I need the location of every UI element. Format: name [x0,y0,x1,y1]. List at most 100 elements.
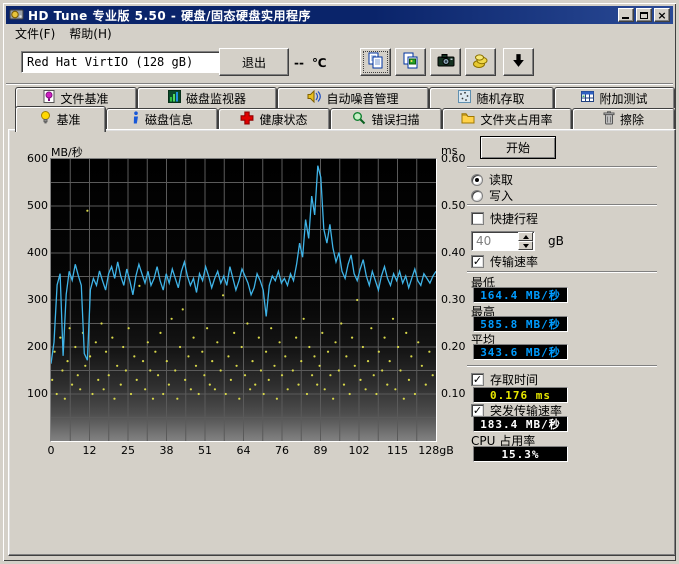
tab-benchmark[interactable]: 基准 [15,106,106,132]
tab-extra-tests[interactable]: 附加测试 [554,87,675,108]
tab-label: 错误扫描 [371,111,419,128]
minimize-icon [622,17,629,19]
camera-icon [437,53,455,71]
x-axis-ticks: 012253851647689102115128gB [51,444,436,458]
tab-error-scan[interactable]: 错误扫描 [330,108,442,130]
tab-aam[interactable]: 自动噪音管理 [277,87,429,108]
tab-label: 磁盘信息 [145,111,193,128]
tab-label: 文件基准 [60,90,108,107]
random-dots-icon [458,90,471,106]
maximize-button[interactable] [636,8,652,22]
menu-file[interactable]: 文件(F) [8,23,62,44]
capacity-spinner[interactable]: 40 [471,231,535,251]
trash-icon [603,111,615,128]
tab-label: 健康状态 [259,111,307,128]
tab-label: 附加测试 [599,90,647,107]
axis-tick-label: 128gB [418,444,454,457]
up-arrow-icon [523,235,529,239]
info-icon [131,111,140,128]
tab-disk-info[interactable]: 磁盘信息 [106,108,218,130]
capacity-value: 40 [472,234,518,248]
short-stroke-row[interactable]: 快捷行程 [471,210,538,227]
spin-up-button[interactable] [518,232,533,241]
spin-down-button[interactable] [518,241,533,250]
title-bar[interactable]: HD Tune 专业版 5.50 - 硬盘/固态硬盘实用程序 × [6,6,673,24]
axis-tick-label: 64 [237,444,251,457]
axis-tick-label: 100 [27,387,48,400]
axis-tick-label: 200 [27,340,48,353]
read-radio[interactable] [471,174,483,186]
transfer-rate-checkbox[interactable]: ✓ [471,255,484,268]
exit-button[interactable]: 退出 [219,48,289,76]
tab-health[interactable]: 健康状态 [218,108,330,130]
tab-folder-usage[interactable]: 文件夹占用率 [442,108,572,130]
axis-tick-label: 400 [27,246,48,259]
start-button[interactable]: 开始 [480,136,556,159]
donate-button[interactable] [465,48,496,76]
minimize-button[interactable] [618,8,634,22]
benchmark-chart [50,158,437,442]
bar-chart-icon [168,90,181,106]
menu-bar: 文件(F) 帮助(H) [6,24,673,43]
file-benchmark-icon [43,90,55,106]
separator [467,365,657,367]
axis-tick-label: 0.10 [441,387,466,400]
tab-file-benchmark[interactable]: 文件基准 [15,87,137,108]
tab-label: 擦除 [620,111,644,128]
tab-row-primary: 基准 磁盘信息 健康状态 错误扫描 文件夹占用率 擦除 [15,108,675,130]
axis-tick-label: 51 [198,444,212,457]
max-value-display: 585.8 MB/秒 [473,316,568,332]
donate-hand-icon [472,53,490,72]
copy-image-button[interactable] [395,48,426,76]
access-time-row[interactable]: ✓ 存取时间 [471,371,538,388]
left-axis-ticks: 600500400300200100 [11,159,48,441]
tab-row-secondary: 文件基准 磁盘监视器 自动噪音管理 随机存取 附加测试 [15,87,675,108]
screenshot-button[interactable] [430,48,461,76]
tab-label: 随机存取 [476,90,524,107]
write-radio[interactable] [471,190,483,202]
download-button[interactable] [503,48,534,76]
speaker-icon [307,90,321,106]
capacity-unit-label: gB [548,234,564,248]
tab-label: 磁盘监视器 [186,90,246,107]
write-radio-row[interactable]: 写入 [471,187,513,204]
access-time-checkbox[interactable]: ✓ [471,373,484,386]
tab-erase[interactable]: 擦除 [572,108,675,130]
axis-tick-label: 0 [48,444,55,457]
red-cross-icon [240,111,254,128]
tab-label: 自动噪音管理 [326,90,398,107]
axis-tick-label: 25 [121,444,135,457]
separator [467,166,657,168]
axis-tick-label: 300 [27,293,48,306]
tab-label: 基准 [56,111,80,128]
tab-disk-monitor[interactable]: 磁盘监视器 [137,87,277,108]
tab-label: 文件夹占用率 [480,111,552,128]
menu-help[interactable]: 帮助(H) [62,23,118,44]
short-stroke-checkbox[interactable] [471,212,484,225]
cpu-usage-display: 15.3% [473,446,568,462]
temperature-value: -- [294,56,304,70]
axis-tick-label: 89 [314,444,328,457]
close-button[interactable]: × [654,8,670,22]
tab-random-access[interactable]: 随机存取 [429,87,554,108]
temperature-unit: ℃ [312,56,327,70]
separator [467,204,657,206]
axis-tick-label: 76 [275,444,289,457]
maximize-icon [640,12,648,19]
access-time-display: 0.176 ms [473,387,568,403]
folder-icon [461,112,475,127]
down-arrow-icon [523,244,529,248]
axis-tick-label: 12 [83,444,97,457]
read-radio-row[interactable]: 读取 [471,171,513,188]
axis-tick-label: 0.40 [441,246,466,259]
avg-value-display: 343.6 MB/秒 [473,344,568,360]
axis-tick-label: 0.60 [441,152,466,165]
copy-text-button[interactable] [360,48,391,76]
separator [467,271,657,273]
read-radio-label: 读取 [489,171,513,188]
axis-tick-label: 102 [349,444,370,457]
drive-select[interactable]: Red Hat VirtIO (128 gB) ▼ [21,51,243,73]
transfer-rate-row[interactable]: ✓ 传输速率 [471,253,538,270]
burst-rate-display: 183.4 MB/秒 [473,416,568,432]
toolbar: Red Hat VirtIO (128 gB) ▼ -- ℃ [6,43,673,83]
